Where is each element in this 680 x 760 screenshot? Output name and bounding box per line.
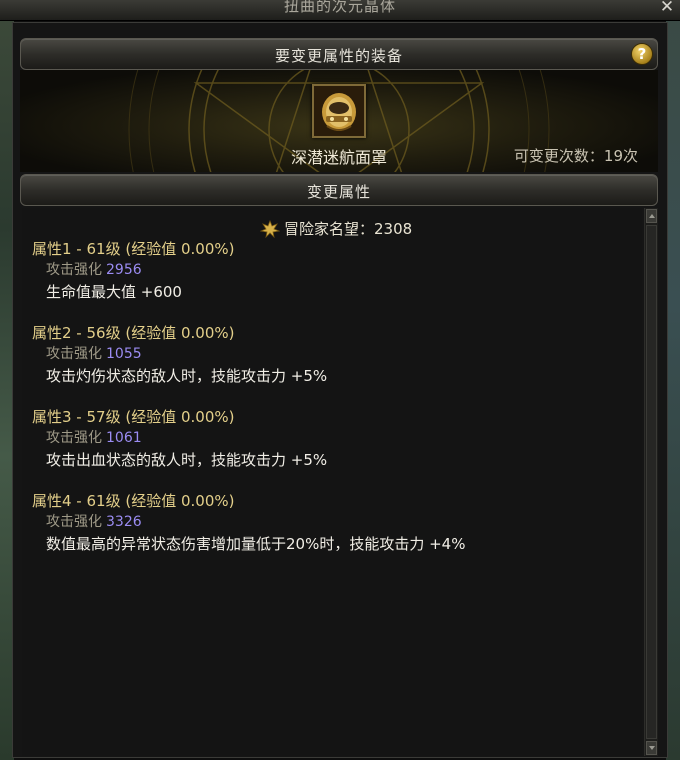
attribute-stat-value: 2956 bbox=[106, 262, 142, 278]
attribute-stat-label: 攻击强化 bbox=[46, 430, 102, 446]
scroll-up-icon[interactable] bbox=[646, 209, 657, 223]
attribute-stat-label: 攻击强化 bbox=[46, 346, 102, 362]
fame-icon bbox=[260, 219, 280, 238]
attribute-2: 属性2 - 56级 (经验值 0.00%) 攻击强化 1055 攻击灼伤状态的敌人… bbox=[32, 322, 327, 387]
equip-section-title: 要变更属性的装备 bbox=[274, 47, 403, 65]
attribute-effect: 攻击出血状态的敌人时，技能攻击力 +5% bbox=[46, 451, 328, 469]
close-icon[interactable]: ✕ bbox=[658, 0, 676, 16]
attribute-title: 属性2 - 56级 (经验值 0.00%) bbox=[32, 324, 235, 342]
title-bar: 扭曲的次元晶体 ✕ bbox=[0, 0, 680, 21]
attribute-stat-label: 攻击强化 bbox=[46, 262, 102, 278]
attribute-3: 属性3 - 57级 (经验值 0.00%) 攻击强化 1061 攻击出血状态的敌人… bbox=[32, 406, 327, 471]
attribute-title: 属性4 - 61级 (经验值 0.00%) bbox=[32, 492, 235, 510]
background-right-edge bbox=[666, 0, 680, 760]
attribute-stat-value: 1061 bbox=[106, 430, 142, 446]
attribute-effect: 生命值最大值 +600 bbox=[46, 283, 182, 301]
attribute-stat-label: 攻击强化 bbox=[46, 514, 102, 530]
attribute-stat: 攻击强化 1061 bbox=[32, 428, 327, 449]
attribute-stat-value: 3326 bbox=[106, 514, 142, 530]
help-icon[interactable]: ? bbox=[631, 43, 653, 65]
item-name: 深潜迷航面罩 bbox=[290, 148, 387, 167]
attribute-stat: 攻击强化 1055 bbox=[32, 344, 327, 365]
attribute-stat: 攻击强化 2956 bbox=[32, 260, 234, 281]
equipment-slot[interactable] bbox=[312, 84, 366, 138]
attribute-title: 属性1 - 61级 (经验值 0.00%) bbox=[32, 240, 235, 258]
attribute-list: 冒险家名望：2308 属性1 - 61级 (经验值 0.00%) 攻击强化 295… bbox=[22, 208, 642, 756]
change-count: 可变更次数：19次 bbox=[513, 147, 638, 165]
attribute-4: 属性4 - 61级 (经验值 0.00%) 攻击强化 3326 数值最高的异常状态… bbox=[32, 490, 465, 555]
scroll-down-icon[interactable] bbox=[646, 741, 657, 755]
attribute-title: 属性3 - 57级 (经验值 0.00%) bbox=[32, 408, 235, 426]
equip-panel: 深潜迷航面罩 可变更次数：19次 bbox=[20, 70, 658, 172]
scrollbar[interactable] bbox=[644, 208, 658, 756]
fame-text: 冒险家名望：2308 bbox=[284, 220, 413, 238]
attribute-stat: 攻击强化 3326 bbox=[32, 512, 465, 533]
attribute-stat-value: 1055 bbox=[106, 346, 142, 362]
attribute-effect: 数值最高的异常状态伤害增加量低于20%时，技能攻击力 +4% bbox=[46, 535, 466, 553]
fame-display: 冒险家名望：2308 bbox=[260, 218, 412, 239]
change-section-title: 变更属性 bbox=[306, 183, 371, 201]
attribute-effect: 攻击灼伤状态的敌人时，技能攻击力 +5% bbox=[46, 367, 328, 385]
change-section-header: 变更属性 bbox=[20, 174, 658, 206]
scroll-thumb[interactable] bbox=[646, 225, 657, 739]
window-title: 扭曲的次元晶体 bbox=[283, 0, 396, 15]
mask-icon bbox=[314, 86, 364, 136]
equip-section-header: 要变更属性的装备 ? bbox=[20, 38, 658, 70]
attribute-1: 属性1 - 61级 (经验值 0.00%) 攻击强化 2956 生命值最大值 +6… bbox=[32, 238, 234, 303]
